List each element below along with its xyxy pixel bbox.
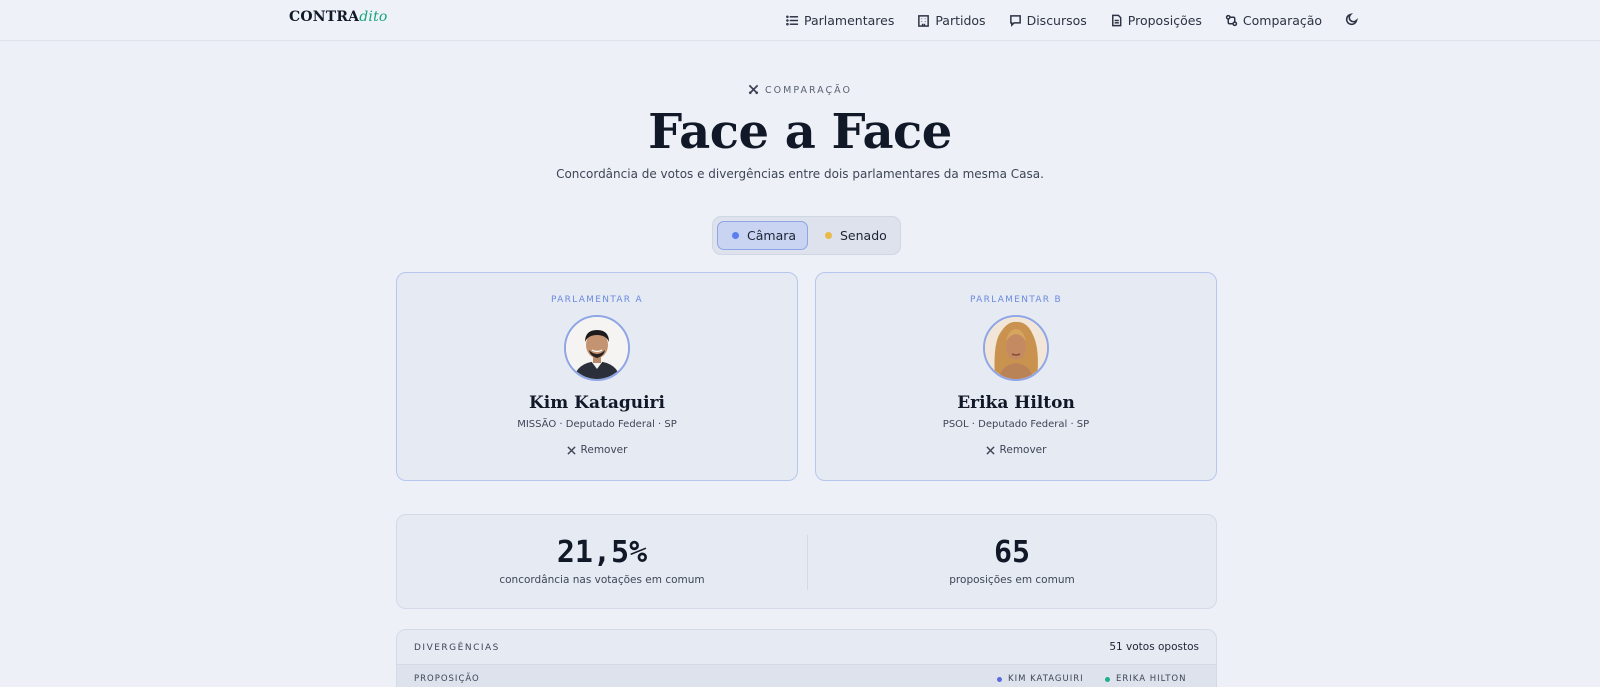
page-title: Face a Face (648, 104, 952, 160)
nav-label: Parlamentares (804, 13, 895, 28)
stat-agreement: 21,5% concordância nas votações em comum (397, 515, 807, 610)
remove-button[interactable]: Remover (985, 444, 1047, 456)
card-slot-label: PARLAMENTAR A (551, 295, 643, 305)
column-parlamentar-a: KIM KATAGUIRI (997, 674, 1084, 684)
agreement-value: 21,5% (556, 535, 648, 570)
nav-label: Partidos (935, 13, 986, 28)
parlamentar-meta: PSOL · Deputado Federal · SP (942, 419, 1090, 430)
house-toggle: Câmara Senado (712, 216, 901, 255)
senado-dot-icon (825, 232, 832, 239)
logo-main-text: CONTRA (289, 9, 360, 25)
nav-label: Discursos (1026, 13, 1087, 28)
divergences-count: 51 votos opostos (1109, 641, 1199, 653)
common-label: proposições em comum (949, 574, 1075, 586)
series-b-dot-icon (1105, 676, 1110, 682)
divergences-panel: DIVERGÊNCIAS 51 votos opostos PROPOSIÇÃO… (396, 629, 1217, 687)
document-icon (1111, 14, 1122, 27)
logo-accent-text: dito (359, 9, 388, 25)
parlamentar-meta: MISSÃO · Deputado Federal · SP (517, 419, 677, 430)
portrait-woman-icon (985, 317, 1047, 379)
avatar (564, 315, 630, 381)
nav-label: Proposições (1127, 13, 1202, 28)
toggle-camara[interactable]: Câmara (717, 221, 808, 250)
parlamentar-name: Kim Kataguiri (529, 393, 665, 413)
stat-common-proposals: 65 proposições em comum (807, 515, 1217, 610)
column-b-label: ERIKA HILTON (1116, 674, 1187, 684)
nav-item-comparacao[interactable]: Comparação (1225, 13, 1322, 28)
eyebrow-label: COMPARAÇÃO (765, 85, 852, 96)
site-logo[interactable]: CONTRAdito (289, 9, 388, 25)
theme-toggle[interactable] (1345, 11, 1359, 30)
nav-item-proposicoes[interactable]: Proposições (1110, 13, 1202, 28)
column-proposicao: PROPOSIÇÃO (414, 674, 480, 684)
top-navbar: CONTRAdito Parlamentares Partidos Discur… (0, 0, 1600, 41)
parlamentar-card-a: PARLAMENTAR A Kim Kataguiri MISSÃO · Dep… (396, 272, 798, 481)
close-icon (566, 445, 576, 455)
toggle-label: Câmara (747, 228, 797, 243)
nav-item-parlamentares[interactable]: Parlamentares (786, 13, 894, 28)
speech-bubble-icon (1009, 15, 1021, 27)
toggle-label: Senado (840, 228, 887, 243)
parlamentar-name: Erika Hilton (957, 393, 1075, 413)
column-parlamentar-b: ERIKA HILTON (1105, 674, 1186, 684)
nav-item-partidos[interactable]: Partidos (917, 13, 986, 28)
column-a-label: KIM KATAGUIRI (1008, 674, 1084, 684)
nav-label: Comparação (1242, 13, 1323, 28)
main-nav: Parlamentares Partidos Discursos Proposi… (786, 11, 1359, 30)
remove-button[interactable]: Remover (566, 444, 628, 456)
remove-label: Remover (999, 444, 1047, 456)
card-slot-label: PARLAMENTAR B (970, 295, 1062, 305)
remove-label: Remover (580, 444, 628, 456)
toggle-senado[interactable]: Senado (817, 221, 897, 250)
close-icon (985, 445, 995, 455)
agreement-label: concordância nas votações em comum (499, 574, 705, 586)
compare-icon (1225, 14, 1238, 27)
page-eyebrow: COMPARAÇÃO (0, 84, 1600, 96)
parlamentar-card-b: PARLAMENTAR B Erika Hilton PSOL · Deputa… (815, 272, 1217, 481)
common-value: 65 (993, 535, 1031, 570)
moon-icon (1345, 13, 1358, 26)
stats-panel: 21,5% concordância nas votações em comum… (396, 514, 1217, 609)
divergences-title: DIVERGÊNCIAS (414, 643, 500, 653)
portrait-man-icon (566, 317, 628, 379)
series-a-dot-icon (997, 676, 1002, 682)
divergences-table-header: PROPOSIÇÃO KIM KATAGUIRI ERIKA HILTON (397, 664, 1216, 687)
swords-icon (748, 84, 759, 95)
camara-dot-icon (732, 232, 739, 239)
page-subtitle: Concordância de votos e divergências ent… (556, 167, 1044, 181)
building-icon (918, 15, 930, 27)
list-icon (786, 15, 799, 26)
avatar (983, 315, 1049, 381)
nav-item-discursos[interactable]: Discursos (1009, 13, 1087, 28)
